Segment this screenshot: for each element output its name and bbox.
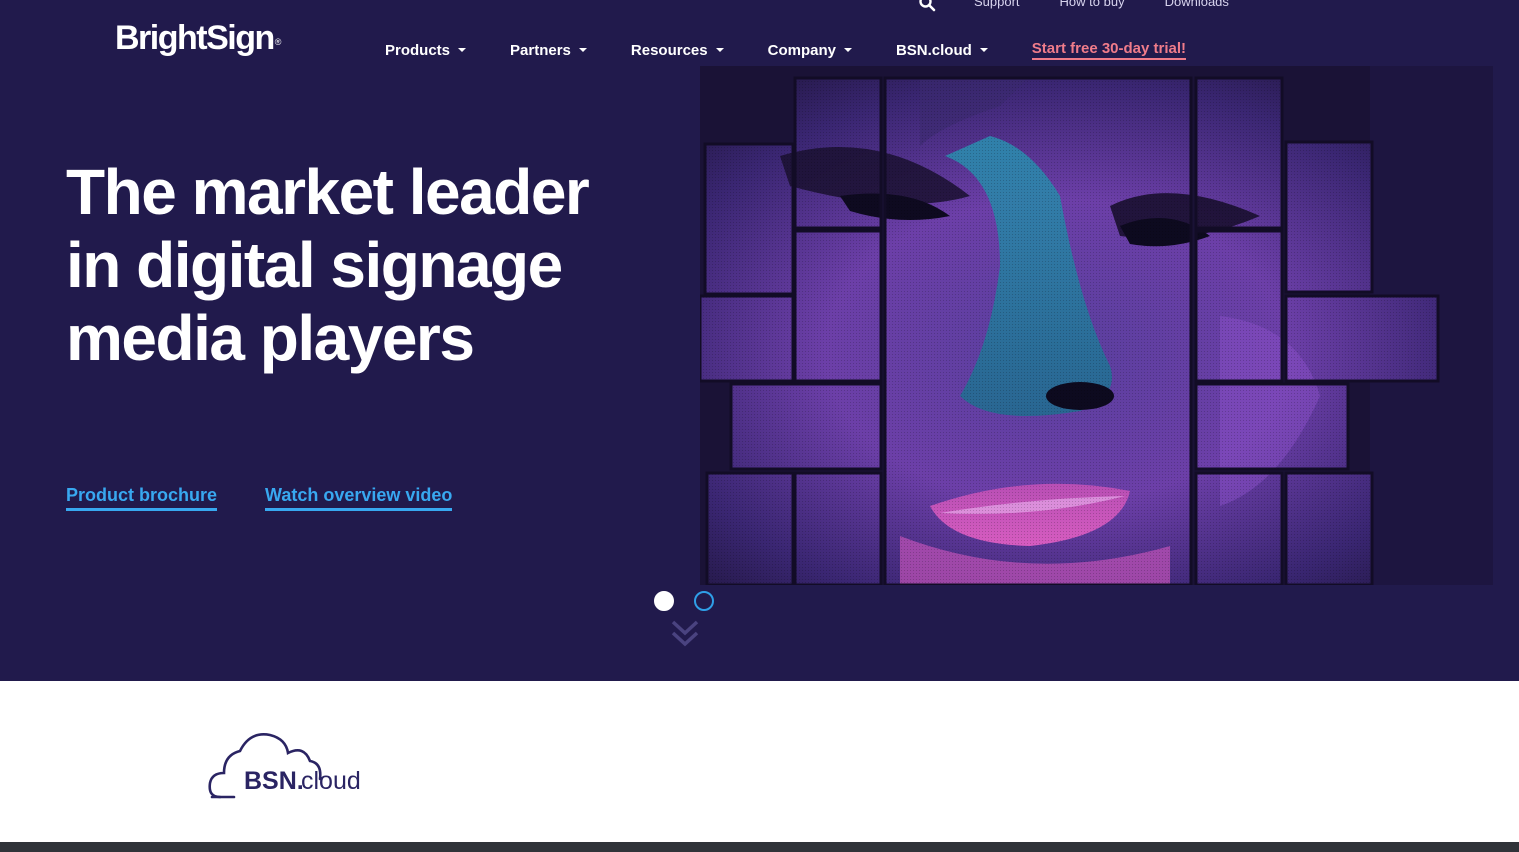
nav-item-bsn-cloud[interactable]: BSN.cloud xyxy=(896,42,988,59)
utility-bar: Support How to buy Downloads xyxy=(918,0,1269,12)
carousel-dot-2[interactable] xyxy=(694,591,714,611)
hero-section: Support How to buy Downloads BrightSign®… xyxy=(0,0,1519,681)
bsn-logo-bold: BSN. xyxy=(244,767,304,795)
caret-down-icon xyxy=(979,48,988,52)
nav-item-label: Products xyxy=(385,41,451,59)
util-link-support[interactable]: Support xyxy=(974,0,1020,9)
watch-video-link[interactable]: Watch overview video xyxy=(265,485,453,511)
footer-bar xyxy=(0,842,1519,852)
nav-item-label: BSN.cloud xyxy=(895,41,972,59)
bsn-cloud-logo[interactable]: BSN. cloud xyxy=(208,731,364,801)
caret-down-icon xyxy=(458,48,467,52)
search-icon[interactable] xyxy=(918,0,936,12)
nav-item-company[interactable]: Company xyxy=(768,42,852,59)
caret-down-icon xyxy=(578,48,587,52)
nav-item-label: Company xyxy=(767,41,836,59)
scroll-down-chevron-icon[interactable] xyxy=(670,618,700,648)
util-link-downloads[interactable]: Downloads xyxy=(1165,0,1229,9)
video-wall-image xyxy=(700,66,1493,585)
registered-mark: ® xyxy=(274,37,282,47)
hero-headline: The market leader in digital signage med… xyxy=(66,156,590,374)
caret-down-icon xyxy=(715,48,724,52)
free-trial-link[interactable]: Start free 30-day trial! xyxy=(1031,40,1187,60)
main-nav: Products Partners Resources Company BSN.… xyxy=(385,39,1187,61)
nav-item-partners[interactable]: Partners xyxy=(510,42,587,59)
bsn-logo-light: cloud xyxy=(301,767,361,795)
carousel-dot-1[interactable] xyxy=(654,591,674,611)
logo-text: BrightSign xyxy=(115,19,275,57)
nav-item-resources[interactable]: Resources xyxy=(631,42,724,59)
nav-item-label: Partners xyxy=(510,41,571,59)
util-link-how-to-buy[interactable]: How to buy xyxy=(1060,0,1125,9)
caret-down-icon xyxy=(843,48,852,52)
product-brochure-link[interactable]: Product brochure xyxy=(66,485,218,511)
brightsign-logo[interactable]: BrightSign® xyxy=(115,18,281,58)
nav-item-products[interactable]: Products xyxy=(385,41,467,59)
nav-item-label: Resources xyxy=(630,41,708,59)
